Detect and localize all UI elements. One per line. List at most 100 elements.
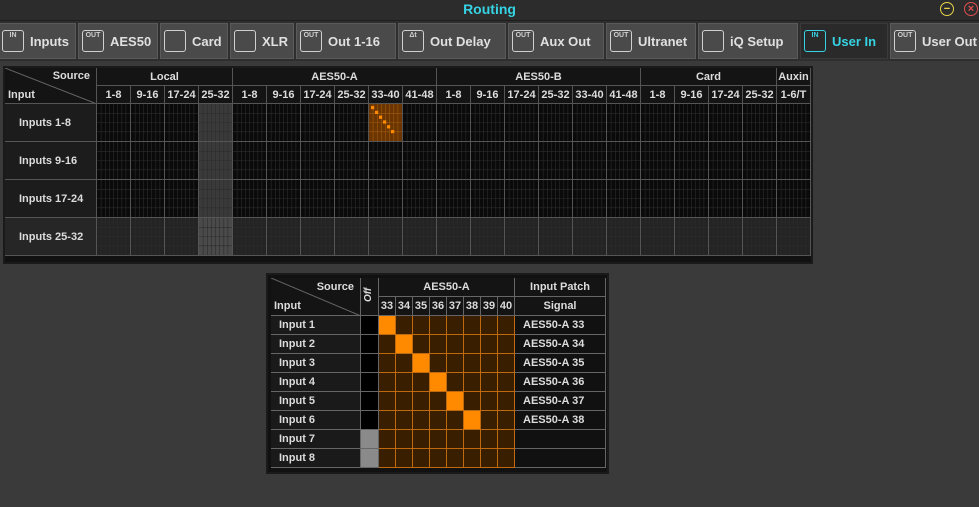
off-cell[interactable]	[361, 411, 379, 430]
route-cell[interactable]	[481, 411, 498, 430]
matrix-cell[interactable]	[403, 180, 437, 218]
matrix-cell[interactable]	[97, 142, 131, 180]
matrix-cell[interactable]	[335, 104, 369, 142]
matrix-cell[interactable]	[403, 142, 437, 180]
matrix-cell[interactable]	[369, 180, 403, 218]
matrix-cell[interactable]	[607, 218, 641, 256]
matrix-cell[interactable]	[165, 104, 199, 142]
matrix-cell[interactable]	[743, 180, 777, 218]
matrix-cell[interactable]	[131, 104, 165, 142]
route-cell[interactable]	[447, 411, 464, 430]
column-header[interactable]: 1-8	[437, 86, 471, 104]
route-cell[interactable]	[447, 449, 464, 468]
matrix-cell[interactable]	[437, 180, 471, 218]
matrix-cell[interactable]	[233, 104, 267, 142]
matrix-cell[interactable]	[199, 104, 233, 142]
matrix-cell[interactable]	[267, 142, 301, 180]
matrix-cell[interactable]	[539, 104, 573, 142]
tab-aux-out[interactable]: OUT Aux Out	[508, 23, 604, 59]
route-cell[interactable]	[464, 430, 481, 449]
matrix-cell[interactable]	[437, 142, 471, 180]
column-header[interactable]: 9-16	[267, 86, 301, 104]
matrix-cell[interactable]	[573, 218, 607, 256]
matrix-cell[interactable]	[709, 104, 743, 142]
row-header-inputs-17-24[interactable]: Inputs 17-24	[5, 180, 97, 218]
column-header[interactable]: 9-16	[471, 86, 505, 104]
tab-xlr[interactable]: XLR	[230, 23, 294, 59]
route-cell[interactable]	[464, 373, 481, 392]
route-cell[interactable]	[396, 392, 413, 411]
route-cell[interactable]	[413, 316, 430, 335]
route-cell[interactable]	[430, 373, 447, 392]
route-cell[interactable]	[413, 449, 430, 468]
matrix-cell[interactable]	[267, 218, 301, 256]
matrix-cell[interactable]	[675, 104, 709, 142]
matrix-cell[interactable]	[267, 180, 301, 218]
route-cell[interactable]	[396, 335, 413, 354]
column-header[interactable]: 25-32	[335, 86, 369, 104]
matrix-cell[interactable]	[301, 180, 335, 218]
matrix-cell[interactable]	[199, 218, 233, 256]
column-header[interactable]: 1-8	[97, 86, 131, 104]
matrix-cell[interactable]	[471, 142, 505, 180]
route-cell[interactable]	[396, 411, 413, 430]
off-cell[interactable]	[361, 354, 379, 373]
matrix-cell[interactable]	[505, 218, 539, 256]
matrix-cell[interactable]	[369, 218, 403, 256]
matrix-cell[interactable]	[777, 218, 811, 256]
matrix-cell[interactable]	[335, 180, 369, 218]
column-header[interactable]: 41-48	[403, 86, 437, 104]
route-cell[interactable]	[430, 430, 447, 449]
tab-user-in[interactable]: IN User In	[800, 23, 888, 59]
matrix-cell[interactable]	[301, 104, 335, 142]
matrix-cell[interactable]	[539, 180, 573, 218]
matrix-cell[interactable]	[437, 218, 471, 256]
route-cell[interactable]	[464, 449, 481, 468]
matrix-cell[interactable]	[301, 218, 335, 256]
matrix-cell[interactable]	[743, 104, 777, 142]
route-cell[interactable]	[498, 430, 515, 449]
matrix-cell[interactable]	[505, 104, 539, 142]
route-cell[interactable]	[447, 354, 464, 373]
off-cell[interactable]	[361, 449, 379, 468]
matrix-cell[interactable]	[403, 218, 437, 256]
row-header-inputs-1-8[interactable]: Inputs 1-8	[5, 104, 97, 142]
matrix-cell[interactable]	[233, 180, 267, 218]
matrix-cell[interactable]	[641, 180, 675, 218]
matrix-cell[interactable]	[505, 180, 539, 218]
matrix-cell[interactable]	[199, 180, 233, 218]
column-header[interactable]: 1-8	[233, 86, 267, 104]
matrix-cell[interactable]	[131, 218, 165, 256]
matrix-cell[interactable]	[471, 218, 505, 256]
tab-iq-setup[interactable]: iQ Setup	[698, 23, 798, 59]
column-header[interactable]: 25-32	[743, 86, 777, 104]
row-header-inputs-9-16[interactable]: Inputs 9-16	[5, 142, 97, 180]
column-header[interactable]: 17-24	[301, 86, 335, 104]
route-cell[interactable]	[396, 316, 413, 335]
matrix-cell[interactable]	[267, 104, 301, 142]
column-header[interactable]: 1-6/T	[777, 86, 811, 104]
column-header[interactable]: 17-24	[709, 86, 743, 104]
route-cell[interactable]	[379, 392, 396, 411]
matrix-cell[interactable]	[165, 180, 199, 218]
route-cell[interactable]	[379, 411, 396, 430]
route-cell[interactable]	[379, 449, 396, 468]
route-cell[interactable]	[379, 354, 396, 373]
route-cell[interactable]	[464, 392, 481, 411]
route-cell[interactable]	[379, 430, 396, 449]
route-cell[interactable]	[396, 430, 413, 449]
matrix-cell[interactable]	[607, 180, 641, 218]
route-cell[interactable]	[379, 335, 396, 354]
matrix-cell[interactable]	[539, 218, 573, 256]
column-header[interactable]: 41-48	[607, 86, 641, 104]
route-cell[interactable]	[413, 335, 430, 354]
route-cell[interactable]	[413, 354, 430, 373]
off-cell[interactable]	[361, 316, 379, 335]
matrix-cell[interactable]	[607, 142, 641, 180]
column-header[interactable]: 17-24	[165, 86, 199, 104]
route-cell[interactable]	[430, 354, 447, 373]
route-cell[interactable]	[481, 316, 498, 335]
route-cell[interactable]	[379, 316, 396, 335]
matrix-cell[interactable]	[165, 142, 199, 180]
route-cell[interactable]	[396, 354, 413, 373]
